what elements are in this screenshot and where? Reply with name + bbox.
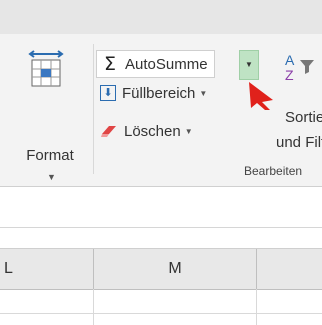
column-header-l-label: L — [4, 260, 13, 277]
column-header-l[interactable]: L — [0, 249, 94, 289]
format-button[interactable]: Format ▼ — [10, 40, 90, 182]
chevron-down-icon: ▼ — [184, 126, 193, 136]
group-separator — [93, 44, 94, 174]
sigma-icon: Σ — [103, 53, 116, 75]
format-label: Format — [26, 147, 74, 164]
fill-down-icon: ⬇ — [100, 85, 116, 101]
mouse-pointer-icon — [249, 82, 273, 110]
cell-grid[interactable] — [0, 289, 322, 325]
sort-filter-icon[interactable]: A Z — [282, 52, 322, 82]
sort-filter-label-1[interactable]: Sortie — [285, 109, 322, 126]
eraser-icon — [101, 126, 116, 137]
editing-group-label: Bearbeiten — [244, 164, 303, 178]
svg-text:Z: Z — [285, 67, 294, 82]
clear-label: Löschen — [124, 122, 181, 140]
grid-line — [0, 313, 322, 314]
fill-label: Füllbereich — [122, 84, 196, 102]
column-header-m-label: M — [168, 260, 182, 277]
grid-line — [256, 289, 257, 325]
autosum-button[interactable]: Σ AutoSumme — [96, 50, 215, 78]
column-header-m[interactable]: M — [94, 249, 257, 289]
format-cells-icon — [28, 50, 64, 87]
sort-filter-label-2[interactable]: und Filt — [276, 134, 322, 151]
fill-button[interactable]: ⬇ Füllbereich ▼ — [96, 80, 207, 106]
autosum-label: AutoSumme — [125, 55, 208, 73]
column-header-row: L M — [0, 248, 322, 290]
chevron-down-icon: ▼ — [199, 88, 208, 98]
svg-text:A: A — [285, 52, 295, 68]
grid-line — [93, 289, 94, 325]
formula-bar[interactable] — [0, 187, 322, 228]
title-strip — [0, 0, 322, 34]
clear-button[interactable]: Löschen ▼ — [96, 118, 193, 144]
chevron-down-icon: ▼ — [47, 172, 56, 182]
